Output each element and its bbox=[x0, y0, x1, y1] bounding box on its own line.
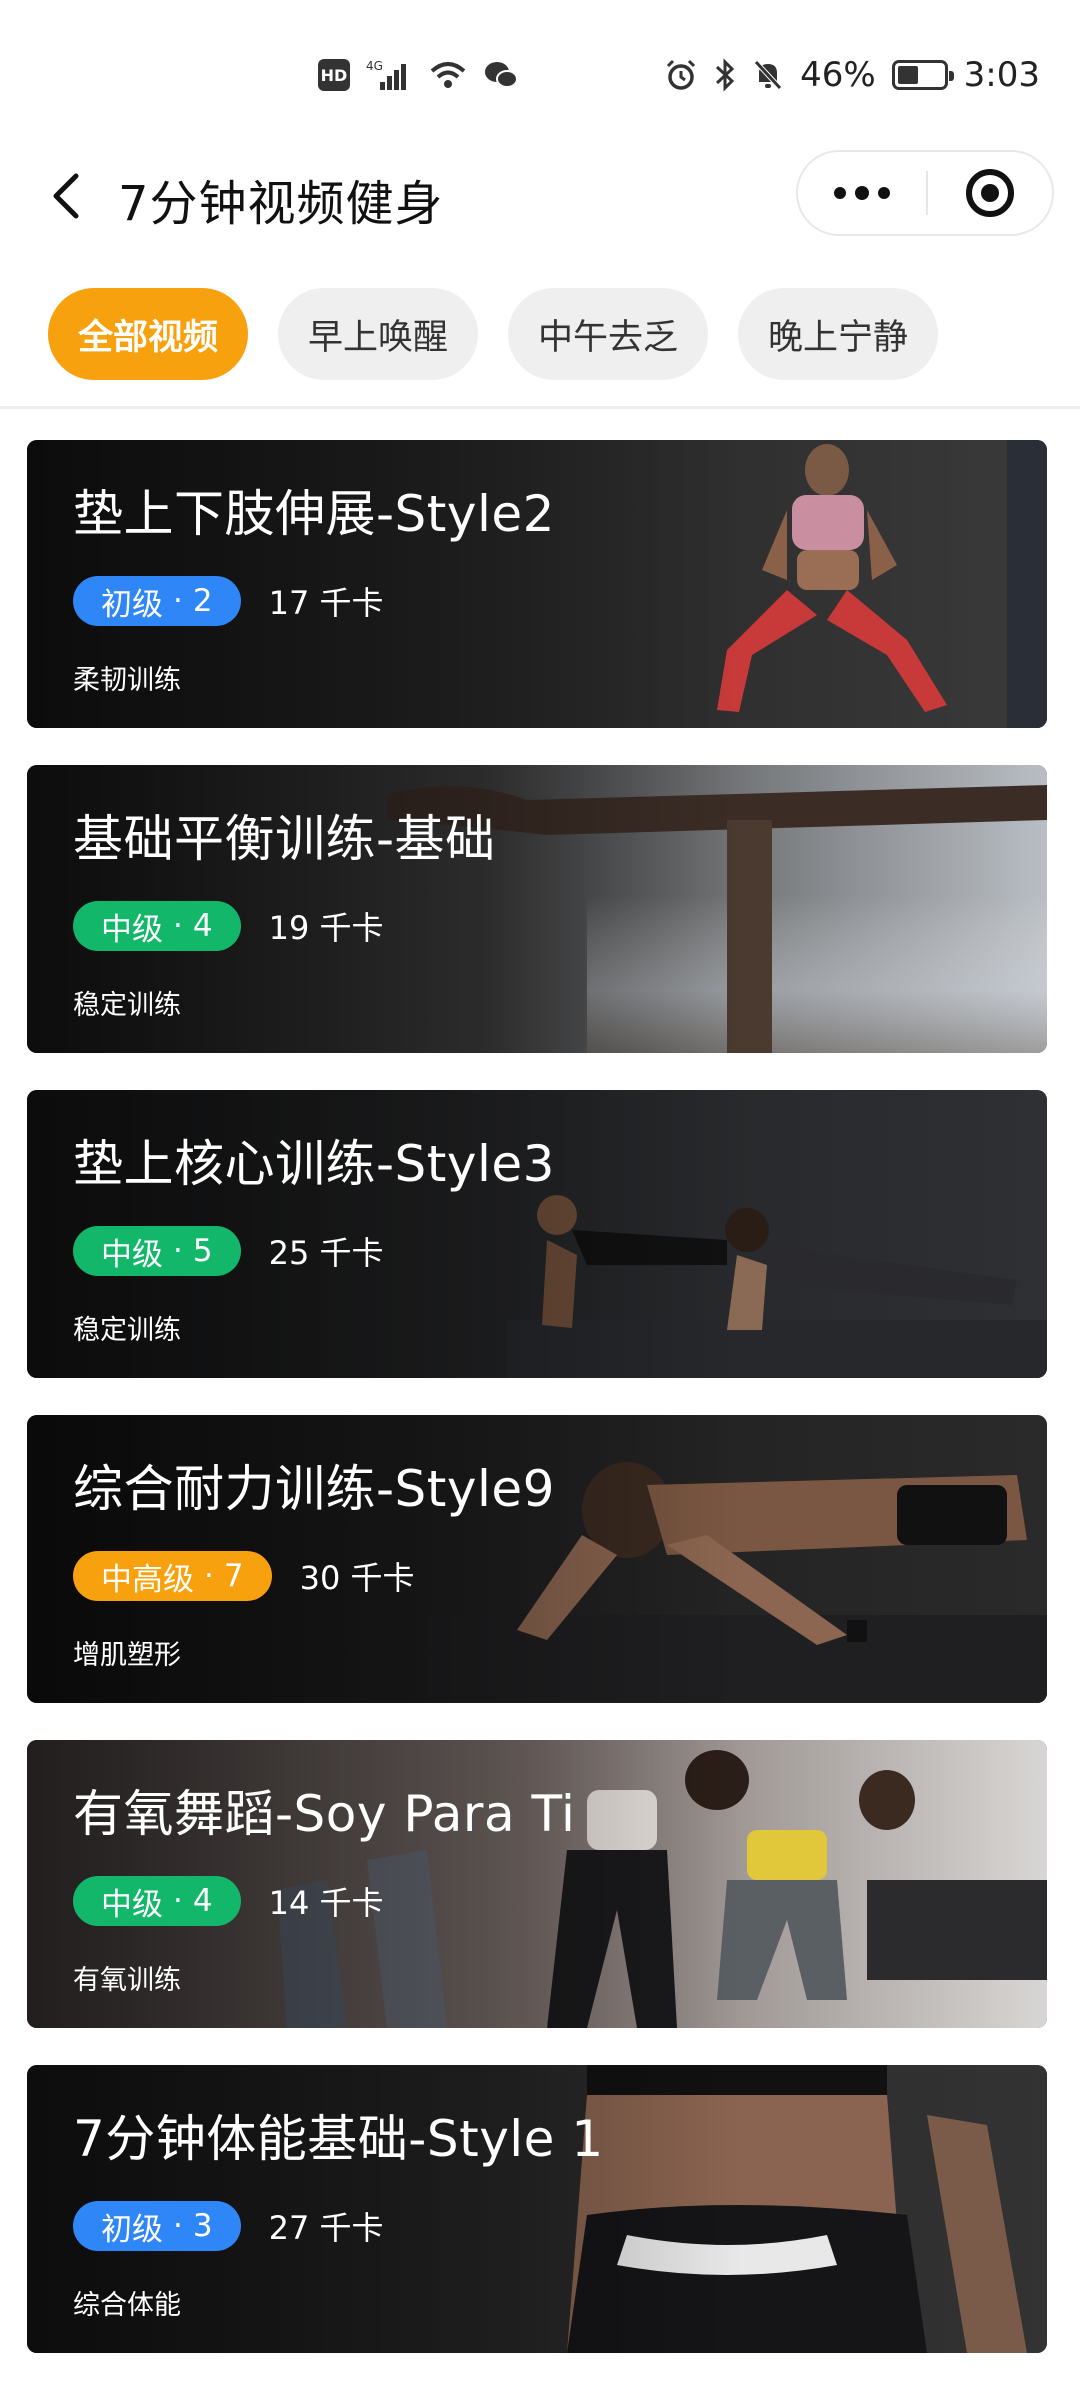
tab-all-videos[interactable]: 全部视频 bbox=[48, 288, 249, 380]
training-category: 有氧训练 bbox=[73, 1965, 181, 1996]
level-badge: 中级 · 4 bbox=[73, 1876, 241, 1926]
tab-morning[interactable]: 早上唤醒 bbox=[278, 288, 479, 380]
level-badge: 初级 · 2 bbox=[73, 576, 241, 626]
level-number: 4 bbox=[192, 1883, 213, 1919]
calories-label: 25 千卡 bbox=[268, 1234, 384, 1272]
level-badge: 中级 · 4 bbox=[73, 901, 241, 951]
svg-text:4G: 4G bbox=[366, 59, 383, 73]
mini-program-capsule bbox=[796, 150, 1054, 236]
video-meta: 中级 · 4 14 千卡 bbox=[73, 1876, 384, 1926]
mute-icon bbox=[752, 58, 784, 92]
video-list: 垫上下肢伸展-Style2 初级 · 2 17 千卡 柔韧训练 基础平衡训练-基… bbox=[27, 440, 1047, 2390]
more-dot-icon bbox=[878, 187, 890, 199]
status-left: HD 4G bbox=[318, 58, 518, 92]
alarm-icon bbox=[664, 58, 698, 92]
level-separator: · bbox=[173, 2208, 183, 2244]
more-button[interactable] bbox=[798, 152, 926, 234]
calories-label: 19 千卡 bbox=[268, 909, 384, 947]
calories-label: 14 千卡 bbox=[268, 1884, 384, 1922]
level-separator: · bbox=[173, 583, 183, 619]
level-number: 3 bbox=[192, 2208, 213, 2244]
close-mini-program-button[interactable] bbox=[928, 152, 1052, 234]
page-title: 7分钟视频健身 bbox=[118, 176, 444, 232]
calories-label: 27 千卡 bbox=[268, 2209, 384, 2247]
level-number: 4 bbox=[192, 908, 213, 944]
more-dot-icon bbox=[855, 186, 869, 200]
level-label: 中级 bbox=[101, 911, 163, 948]
battery-icon bbox=[891, 60, 954, 90]
level-label: 中级 bbox=[101, 1236, 163, 1273]
level-number: 5 bbox=[192, 1233, 213, 1269]
training-category: 综合体能 bbox=[73, 2290, 181, 2321]
more-dot-icon bbox=[834, 187, 846, 199]
tab-noon[interactable]: 中午去乏 bbox=[508, 288, 709, 380]
hd-icon: HD bbox=[318, 59, 350, 91]
video-card[interactable]: 有氧舞蹈-Soy Para Ti 中级 · 4 14 千卡 有氧训练 bbox=[27, 1740, 1047, 2028]
video-title: 垫上下肢伸展-Style2 bbox=[73, 485, 555, 543]
video-meta: 初级 · 2 17 千卡 bbox=[73, 576, 384, 626]
level-label: 中高级 bbox=[101, 1561, 194, 1598]
video-title: 垫上核心训练-Style3 bbox=[73, 1135, 555, 1193]
video-title: 综合耐力训练-Style9 bbox=[73, 1460, 555, 1518]
video-title: 7分钟体能基础-Style 1 bbox=[73, 2110, 604, 2168]
level-separator: · bbox=[173, 908, 183, 944]
status-bar: HD 4G 46% 3:03 bbox=[0, 0, 1080, 150]
level-number: 7 bbox=[223, 1558, 244, 1594]
video-meta: 初级 · 3 27 千卡 bbox=[73, 2201, 384, 2251]
training-category: 稳定训练 bbox=[73, 1315, 181, 1346]
training-category: 增肌塑形 bbox=[73, 1640, 181, 1671]
level-separator: · bbox=[173, 1233, 183, 1269]
calories-label: 17 千卡 bbox=[268, 584, 384, 622]
training-category: 稳定训练 bbox=[73, 990, 181, 1021]
battery-fill bbox=[897, 66, 918, 84]
level-badge: 初级 · 3 bbox=[73, 2201, 241, 2251]
back-button[interactable] bbox=[36, 166, 96, 226]
clock: 3:03 bbox=[963, 55, 1040, 95]
video-meta: 中高级 · 7 30 千卡 bbox=[73, 1551, 415, 1601]
chevron-left-icon bbox=[53, 173, 79, 219]
level-label: 中级 bbox=[101, 1886, 163, 1923]
category-tabs: 全部视频 早上唤醒 中午去乏 晚上宁静 bbox=[0, 286, 1080, 382]
wifi-icon bbox=[428, 59, 468, 91]
level-label: 初级 bbox=[101, 2211, 163, 2248]
level-label: 初级 bbox=[101, 586, 163, 623]
video-card[interactable]: 7分钟体能基础-Style 1 初级 · 3 27 千卡 综合体能 bbox=[27, 2065, 1047, 2353]
signal-icon: 4G bbox=[366, 58, 412, 92]
level-badge: 中级 · 5 bbox=[73, 1226, 241, 1276]
video-meta: 中级 · 4 19 千卡 bbox=[73, 901, 384, 951]
level-separator: · bbox=[173, 1883, 183, 1919]
target-icon bbox=[966, 169, 1014, 217]
calories-label: 30 千卡 bbox=[299, 1559, 415, 1597]
video-card[interactable]: 综合耐力训练-Style9 中高级 · 7 30 千卡 增肌塑形 bbox=[27, 1415, 1047, 1703]
status-right: 46% 3:03 bbox=[664, 55, 1040, 95]
tabs-divider bbox=[0, 406, 1080, 409]
video-title: 有氧舞蹈-Soy Para Ti bbox=[73, 1785, 576, 1843]
level-separator: · bbox=[204, 1558, 214, 1594]
tab-evening[interactable]: 晚上宁静 bbox=[738, 288, 939, 380]
wechat-icon bbox=[484, 60, 518, 90]
header: 7分钟视频健身 bbox=[0, 150, 1080, 240]
video-card[interactable]: 垫上下肢伸展-Style2 初级 · 2 17 千卡 柔韧训练 bbox=[27, 440, 1047, 728]
video-meta: 中级 · 5 25 千卡 bbox=[73, 1226, 384, 1276]
video-title: 基础平衡训练-基础 bbox=[73, 810, 496, 868]
video-card[interactable]: 垫上核心训练-Style3 中级 · 5 25 千卡 稳定训练 bbox=[27, 1090, 1047, 1378]
training-category: 柔韧训练 bbox=[73, 665, 181, 696]
level-number: 2 bbox=[192, 583, 213, 619]
video-card[interactable]: 基础平衡训练-基础 中级 · 4 19 千卡 稳定训练 bbox=[27, 765, 1047, 1053]
level-badge: 中高级 · 7 bbox=[73, 1551, 272, 1601]
bluetooth-icon bbox=[714, 58, 736, 92]
battery-percent: 46% bbox=[800, 55, 876, 95]
